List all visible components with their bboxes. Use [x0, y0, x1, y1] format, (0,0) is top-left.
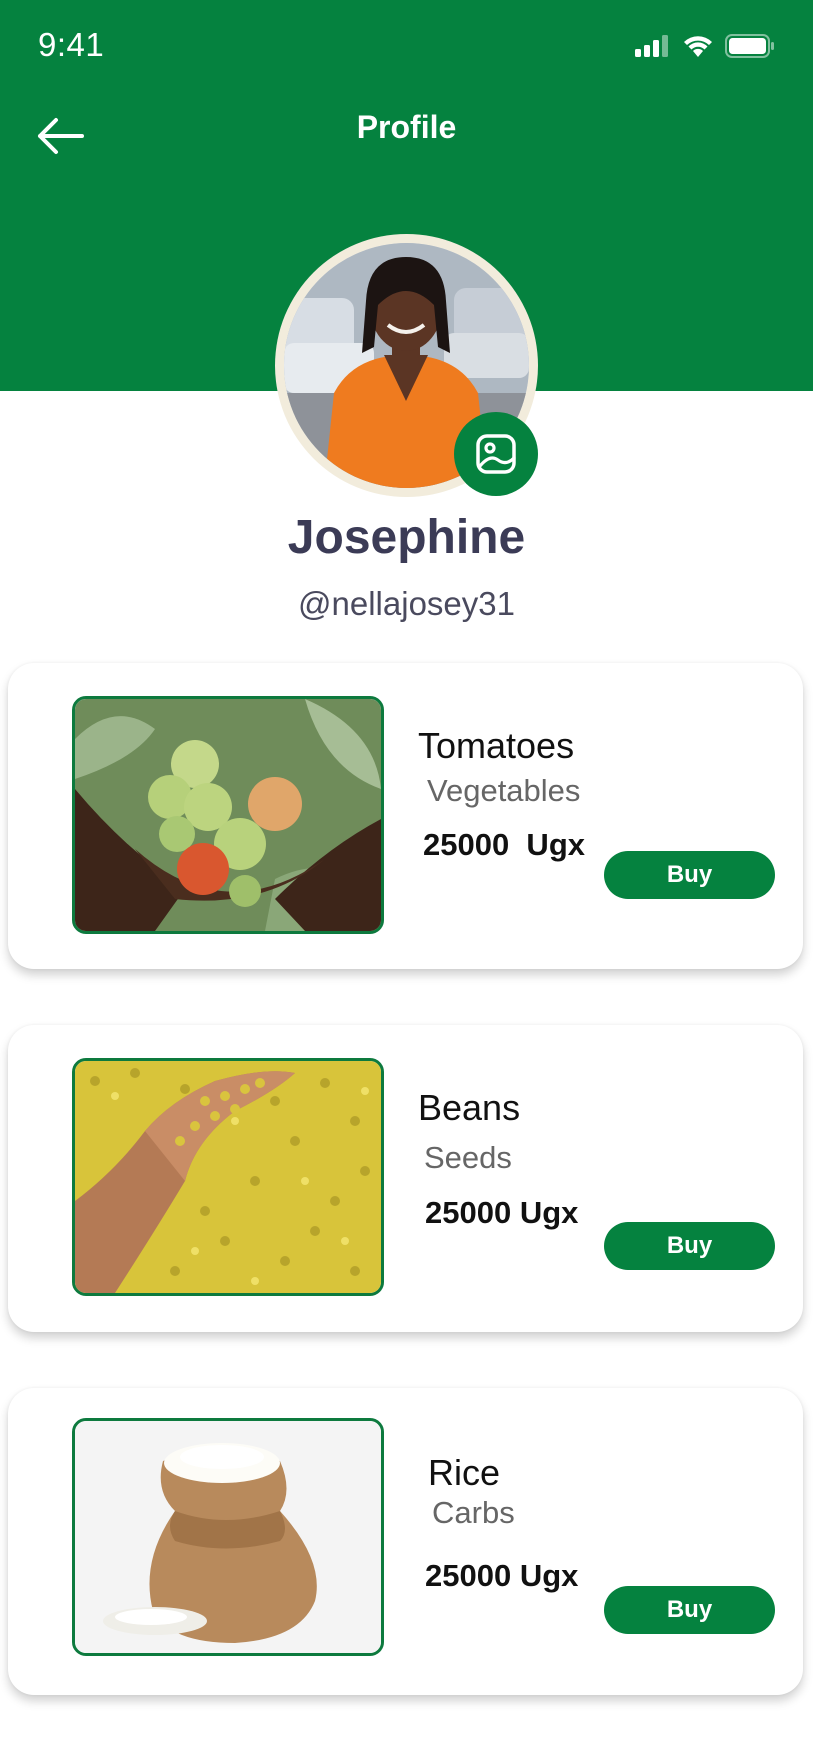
product-card: Tomatoes Vegetables 25000 Ugx Buy	[8, 663, 803, 969]
profile-handle: @nellajosey31	[298, 585, 515, 622]
product-name: Beans	[418, 1087, 521, 1128]
status-time: 9:41	[38, 26, 105, 63]
page-title: Profile	[356, 109, 457, 145]
product-card: Rice Carbs 25000 Ugx Buy	[8, 1388, 803, 1695]
product-price: 25000 Ugx	[425, 1558, 579, 1593]
product-image-tomatoes	[72, 696, 384, 934]
product-image-beans	[72, 1058, 384, 1296]
change-photo-button[interactable]	[454, 412, 538, 496]
profile-name: Josephine	[287, 511, 526, 564]
status-bar: 9:41	[0, 0, 813, 96]
product-price: 25000 Ugx	[423, 827, 585, 862]
status-icons	[635, 34, 775, 58]
product-price: 25000 Ugx	[425, 1195, 579, 1230]
buy-button[interactable]: Buy	[604, 1222, 775, 1270]
product-category: Vegetables	[427, 773, 581, 808]
cellular-signal-icon	[635, 35, 668, 57]
product-category: Seeds	[424, 1140, 512, 1175]
wifi-icon	[684, 36, 712, 57]
buy-button[interactable]: Buy	[604, 1586, 775, 1634]
product-image-rice	[72, 1418, 384, 1656]
product-card: Beans Seeds 25000 Ugx Buy	[8, 1025, 803, 1332]
product-name: Tomatoes	[418, 725, 575, 766]
buy-button[interactable]: Buy	[604, 851, 775, 899]
product-name: Rice	[428, 1452, 501, 1493]
image-icon	[476, 434, 516, 474]
battery-icon	[725, 34, 774, 58]
product-category: Carbs	[432, 1495, 515, 1530]
